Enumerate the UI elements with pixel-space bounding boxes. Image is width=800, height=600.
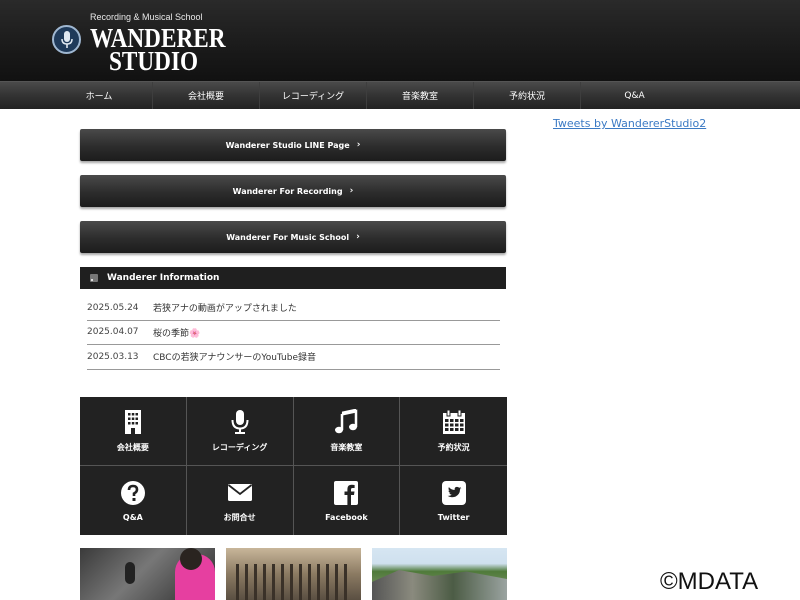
building-icon: [124, 410, 141, 434]
grid-label: Q&A: [122, 512, 143, 522]
grid-label: 予約状況: [437, 443, 470, 452]
button-label: Wanderer For Music School: [226, 232, 350, 242]
music-note-icon: [335, 409, 358, 434]
grid-label: お問合せ: [223, 512, 256, 522]
cherry-blossom-icon: 🌸: [189, 328, 201, 339]
news-title-link[interactable]: 桜の季節🌸: [153, 326, 200, 339]
music-school-button[interactable]: Wanderer For Music School ›: [80, 221, 506, 253]
microphone-stand-shape: [125, 562, 135, 584]
grid-item-recording[interactable]: レコーディング: [186, 397, 294, 466]
question-icon: [120, 480, 145, 505]
studio-equipment-shape: [236, 564, 351, 600]
grid-label: 音楽教室: [330, 443, 363, 452]
nav-item-qa[interactable]: Q&A: [581, 82, 688, 109]
list-item: 2025.03.13 CBCの若狭アナウンサーのYouTube録音: [87, 345, 500, 370]
nav-item-recording[interactable]: レコーディング: [260, 82, 367, 109]
news-title-text: 桜の季節: [153, 328, 190, 339]
news-date: 2025.04.07: [87, 327, 139, 338]
thumbnail-studio-photo[interactable]: [226, 548, 361, 600]
news-date: 2025.05.24: [87, 302, 139, 313]
button-label: Wanderer For Recording: [232, 186, 343, 196]
grid-item-qa[interactable]: Q&A: [80, 466, 187, 535]
person-head-shape: [180, 548, 202, 570]
site-logo[interactable]: Recording & Musical School WANDERER STUD…: [52, 10, 232, 76]
grid-label: Twitter: [437, 512, 470, 522]
grid-item-reservation[interactable]: 予約状況: [400, 397, 507, 466]
grid-label: 会社概要: [116, 443, 149, 452]
list-item: 2025.04.07 桜の季節🌸: [87, 321, 500, 345]
news-date: 2025.03.13: [87, 351, 139, 362]
recording-button[interactable]: Wanderer For Recording ›: [80, 175, 506, 207]
twitter-icon: [441, 480, 466, 505]
calendar-icon: [442, 409, 465, 434]
grid-item-twitter[interactable]: Twitter: [400, 466, 507, 535]
envelope-icon: [227, 483, 252, 501]
grid-item-company[interactable]: 会社概要: [80, 397, 187, 466]
grid-label: Facebook: [325, 512, 368, 522]
logo-tagline: Recording & Musical School: [90, 12, 203, 22]
thumbnail-landscape-photo[interactable]: [372, 548, 507, 600]
news-list: 2025.05.24 若狭アナの動画がアップされました 2025.04.07 桜…: [87, 296, 500, 370]
nav-item-reservation[interactable]: 予約状況: [474, 82, 581, 109]
logo-wordmark-line2: STUDIO: [109, 46, 199, 76]
information-header: Wanderer Information: [80, 267, 506, 289]
nav-item-home[interactable]: ホーム: [46, 82, 153, 109]
information-title: Wanderer Information: [107, 273, 220, 283]
facebook-icon: [334, 480, 359, 505]
grid-item-facebook[interactable]: Facebook: [294, 466, 401, 535]
nav-item-company[interactable]: 会社概要: [153, 82, 260, 109]
chevron-right-icon: ›: [349, 186, 354, 196]
microphone-logo-icon: [52, 25, 81, 54]
main-nav: ホーム 会社概要 レコーディング 音楽教室 予約状況 Q&A: [0, 81, 800, 109]
rss-icon: [90, 274, 98, 282]
quick-links-grid: 会社概要 レコーディング 音楽教室 予約状況 Q&A お問合せ Facebook…: [80, 397, 507, 535]
grid-item-contact[interactable]: お問合せ: [187, 466, 294, 535]
news-title-link[interactable]: CBCの若狭アナウンサーのYouTube録音: [153, 350, 316, 363]
grid-item-music-school[interactable]: 音楽教室: [293, 397, 401, 466]
list-item: 2025.05.24 若狭アナの動画がアップされました: [87, 296, 500, 321]
grid-label: レコーディング: [211, 443, 268, 452]
chevron-right-icon: ›: [356, 140, 361, 150]
nav-item-music-school[interactable]: 音楽教室: [367, 82, 474, 109]
line-page-button[interactable]: Wanderer Studio LINE Page ›: [80, 129, 506, 161]
site-header: Recording & Musical School WANDERER STUD…: [0, 0, 800, 81]
thumbnail-recording-photo[interactable]: [80, 548, 215, 600]
news-title-link[interactable]: 若狭アナの動画がアップされました: [153, 301, 297, 314]
copyright-watermark: ©MDATA: [660, 568, 759, 595]
chevron-right-icon: ›: [356, 232, 360, 242]
rocky-coast-shape: [372, 570, 507, 600]
button-label: Wanderer Studio LINE Page: [225, 140, 350, 150]
microphone-icon: [231, 410, 249, 434]
tweets-link[interactable]: Tweets by WandererStudio2: [553, 117, 706, 130]
